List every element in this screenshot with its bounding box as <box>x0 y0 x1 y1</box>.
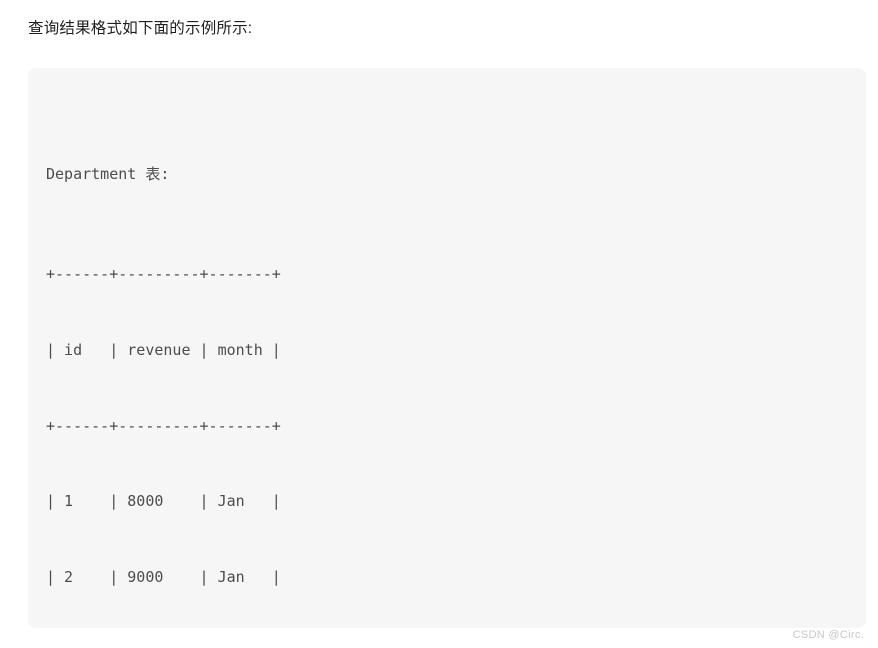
code-example-card: Department 表: +------+---------+-------+… <box>28 68 866 628</box>
department-table-header-row: | id | revenue | month | <box>46 341 281 360</box>
watermark: CSDN @Circ. <box>792 629 864 641</box>
page-intro-heading: 查询结果格式如下面的示例所示: <box>28 20 253 37</box>
department-table-title: Department 表: <box>46 164 170 183</box>
department-table-row: | 1 | 8000 | Jan | <box>46 492 281 511</box>
department-table-header-divider: +------+---------+-------+ <box>46 416 281 435</box>
department-table-top-border: +------+---------+-------+ <box>46 265 281 284</box>
department-table-row: | 2 | 9000 | Jan | <box>46 567 281 586</box>
page-root: 查询结果格式如下面的示例所示: Department 表: +------+--… <box>0 0 878 648</box>
code-block: Department 表: +------+---------+-------+… <box>46 86 866 628</box>
